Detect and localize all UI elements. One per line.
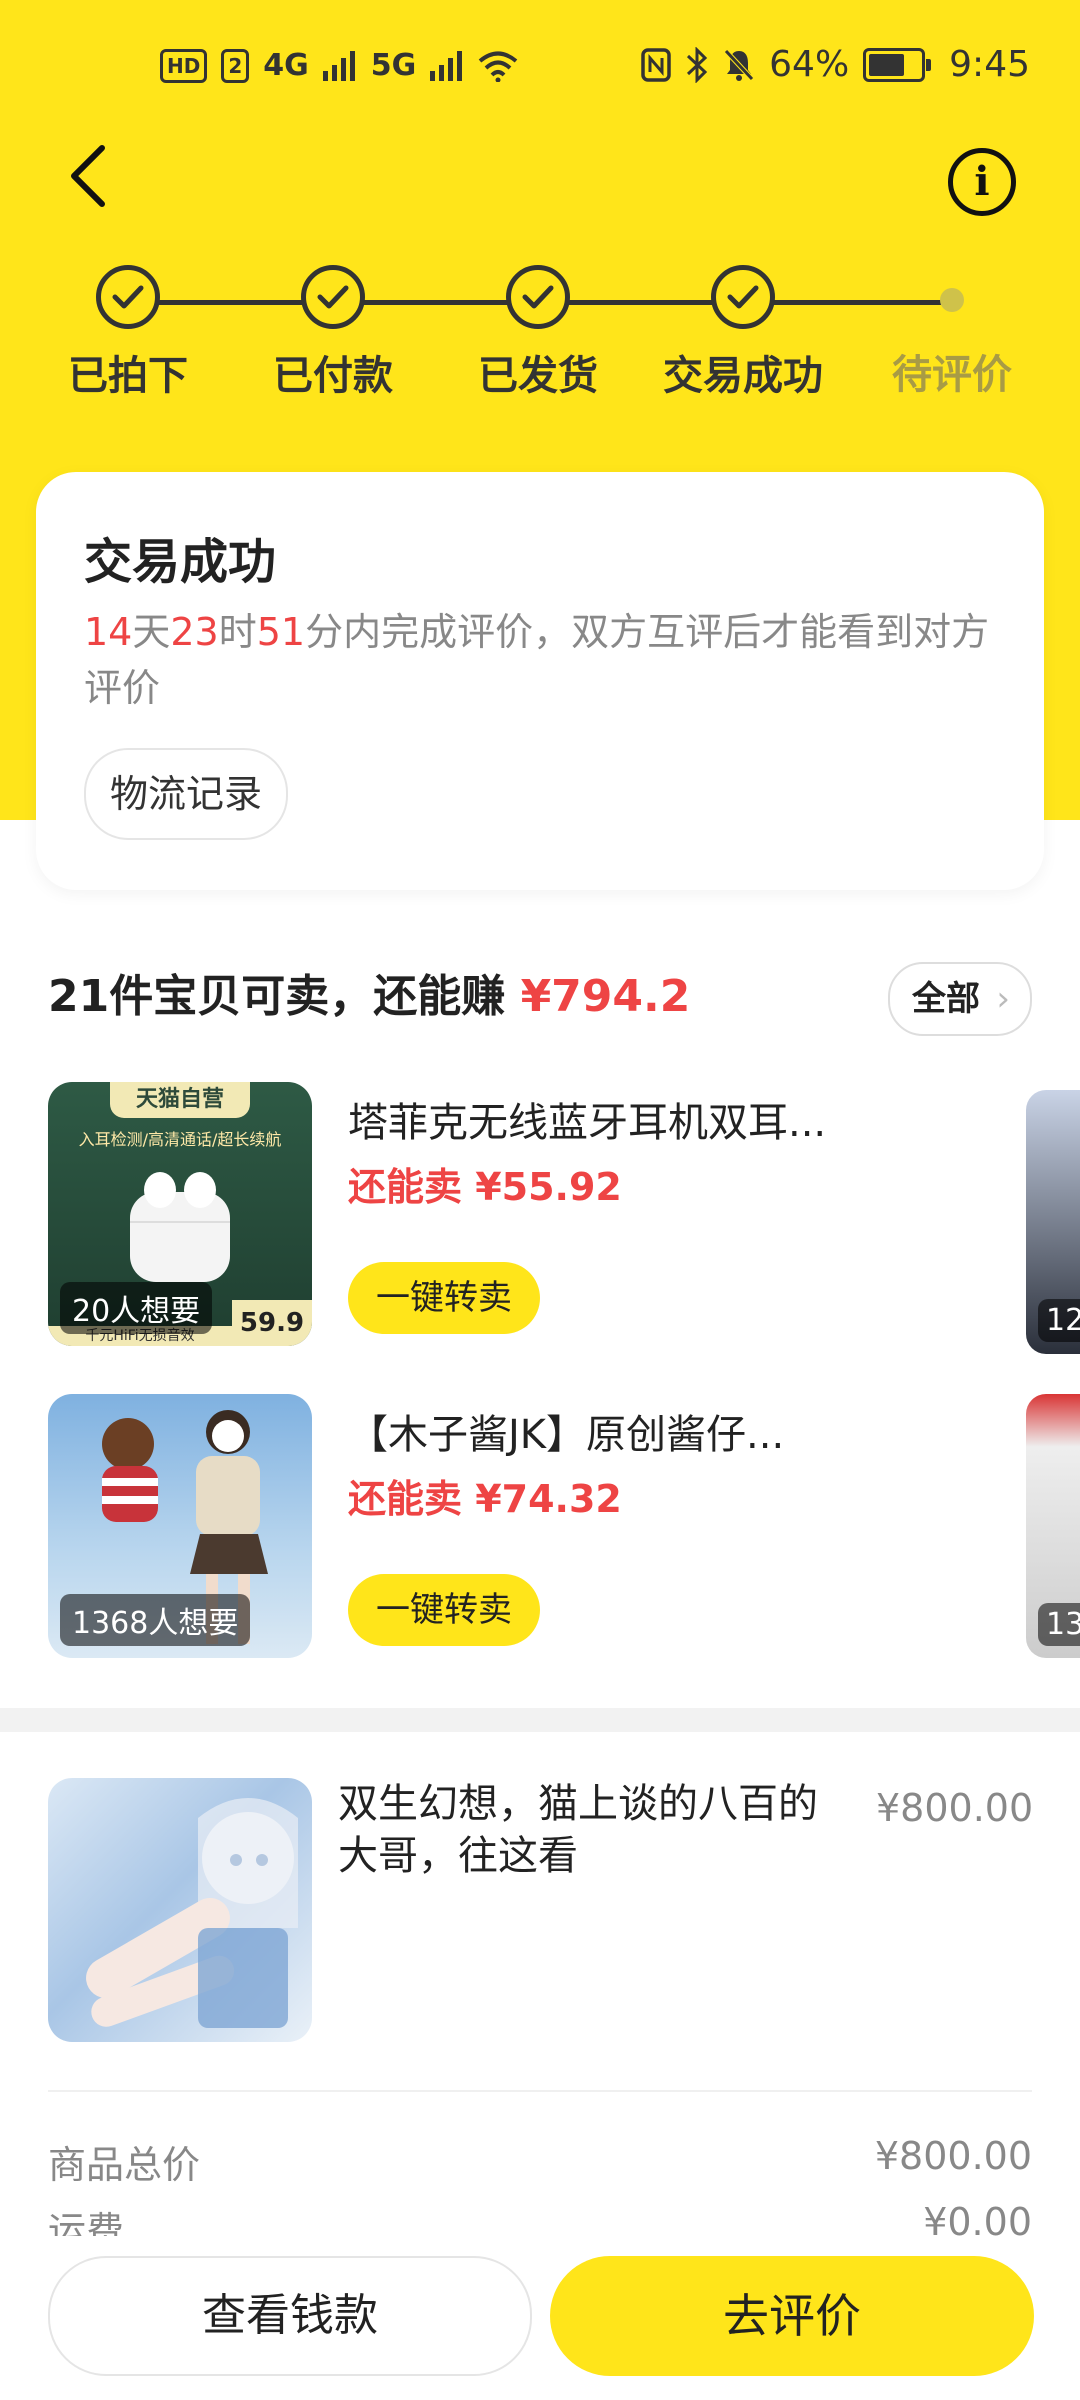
hd-badge: HD [160, 48, 208, 83]
write-review-button[interactable]: 去评价 [550, 2256, 1034, 2376]
product-title[interactable]: 【木子酱JK】原创酱仔... [348, 1402, 868, 1460]
countdown-days: 14 [84, 610, 133, 654]
order-product-price: ¥800.00 [876, 1786, 1034, 1830]
step-label: 已付款 [273, 353, 393, 399]
clock: 9:45 [949, 44, 1030, 85]
product-image-earbuds[interactable]: 天猫自营 入耳检测/高清通话/超长续航 59.9 千元HiFi无损音效 20人想… [48, 1082, 312, 1346]
bluetooth-icon [687, 46, 708, 83]
check-icon [711, 265, 775, 329]
tmall-badge: 天猫自营 [110, 1082, 250, 1118]
step-shipped: 已发货 [438, 260, 638, 401]
signal-icon [322, 50, 355, 81]
step-completed: 交易成功 [643, 260, 843, 401]
hours-unit: 时 [218, 610, 257, 654]
resell-item[interactable]: 1368人想要 【木子酱JK】原创酱仔... 还能卖 ¥74.32 一键转卖 1… [48, 1394, 1080, 1658]
resell-amount: ¥794.2 [520, 971, 691, 1022]
check-icon [301, 265, 365, 329]
step-label: 已拍下 [68, 353, 188, 399]
next-product-preview[interactable]: 13 [1026, 1394, 1080, 1658]
want-count: 20人想要 [60, 1282, 213, 1334]
countdown-minutes: 51 [256, 610, 306, 654]
status-description: 14天23时51分内完成评价，双方互评后才能看到对方评价 [84, 604, 1014, 716]
network-indicators: HD 2 4G 5G [160, 48, 518, 83]
resell-item[interactable]: 天猫自营 入耳检测/高清通话/超长续航 59.9 千元HiFi无损音效 20人想… [48, 1082, 1080, 1354]
quick-resell-button[interactable]: 一键转卖 [348, 1574, 540, 1646]
peek-count: 12 [1038, 1299, 1080, 1342]
chevron-left-icon [71, 145, 105, 207]
logistics-button[interactable]: 物流记录 [84, 748, 288, 840]
step-label: 交易成功 [663, 353, 823, 399]
promo-price: 59.9 [232, 1300, 312, 1346]
bottom-action-bar: 查看钱款 去评价 [0, 2236, 1080, 2400]
wifi-icon [478, 51, 518, 82]
status-card: 交易成功 14天23时51分内完成评价，双方互评后才能看到对方评价 物流记录 [36, 472, 1044, 890]
step-to-review: 待评价 [852, 260, 1052, 400]
status-bar: HD 2 4G 5G 64% 9:45 [0, 0, 1080, 140]
resell-heading-text: 21件宝贝可卖，还能赚 [48, 971, 506, 1022]
order-product-title[interactable]: 双生幻想，猫上谈的八百的大哥，往这看 [338, 1778, 838, 1882]
network-right-label: 5G [370, 48, 417, 83]
total-price-value: ¥800.00 [874, 2134, 1032, 2178]
resell-price: 还能卖 ¥55.92 [348, 1165, 622, 1209]
check-icon [506, 265, 570, 329]
network-left-label: 4G [263, 48, 309, 83]
step-ordered: 已拍下 [28, 260, 228, 401]
info-icon[interactable]: i [948, 148, 1016, 216]
earbuds-case-icon [130, 1172, 230, 1282]
divider [48, 2090, 1032, 2092]
status-title: 交易成功 [84, 534, 277, 590]
days-unit: 天 [132, 610, 171, 654]
order-progress: 已拍下 已付款 已发货 交易成功 待评价 [0, 260, 1080, 410]
product-title[interactable]: 塔菲克无线蓝牙耳机双耳... [348, 1090, 868, 1148]
peek-count: 13 [1038, 1603, 1080, 1646]
countdown-hours: 23 [170, 610, 219, 654]
system-indicators: 64% 9:45 [641, 44, 1030, 85]
anime-artwork-icon [86, 1798, 298, 2028]
pending-dot [940, 288, 964, 312]
check-icon [96, 265, 160, 329]
section-divider [0, 1708, 1080, 1732]
next-product-preview[interactable]: 12 [1026, 1090, 1080, 1354]
signal-icon-2 [430, 50, 463, 81]
step-label: 已发货 [478, 353, 598, 399]
chevron-right-icon: › [996, 979, 1010, 1019]
resell-price: 还能卖 ¥74.32 [348, 1477, 622, 1521]
view-payment-button[interactable]: 查看钱款 [48, 2256, 532, 2376]
image-caption: 入耳检测/高清通话/超长续航 [78, 1130, 282, 1149]
back-button[interactable] [60, 140, 120, 210]
quick-resell-button[interactable]: 一键转卖 [348, 1262, 540, 1334]
bell-muted-icon [724, 48, 754, 81]
order-product-image[interactable] [48, 1778, 312, 2042]
nfc-icon [641, 47, 671, 82]
step-label: 待评价 [892, 352, 1012, 398]
sim-badge: 2 [221, 48, 250, 83]
battery-icon [863, 47, 932, 82]
all-label: 全部 [912, 979, 980, 1019]
total-price-row: 商品总价 ¥800.00 [48, 2134, 1032, 2189]
step-paid: 已付款 [233, 260, 433, 401]
want-count: 1368人想要 [60, 1594, 251, 1646]
resell-heading: 21件宝贝可卖，还能赚 ¥794.2 [48, 960, 690, 1024]
battery-percent: 64% [769, 44, 850, 85]
all-button[interactable]: 全部 › [888, 962, 1032, 1036]
product-image-jk-outfit[interactable]: 1368人想要 [48, 1394, 312, 1658]
total-price-label: 商品总价 [48, 2143, 201, 2187]
